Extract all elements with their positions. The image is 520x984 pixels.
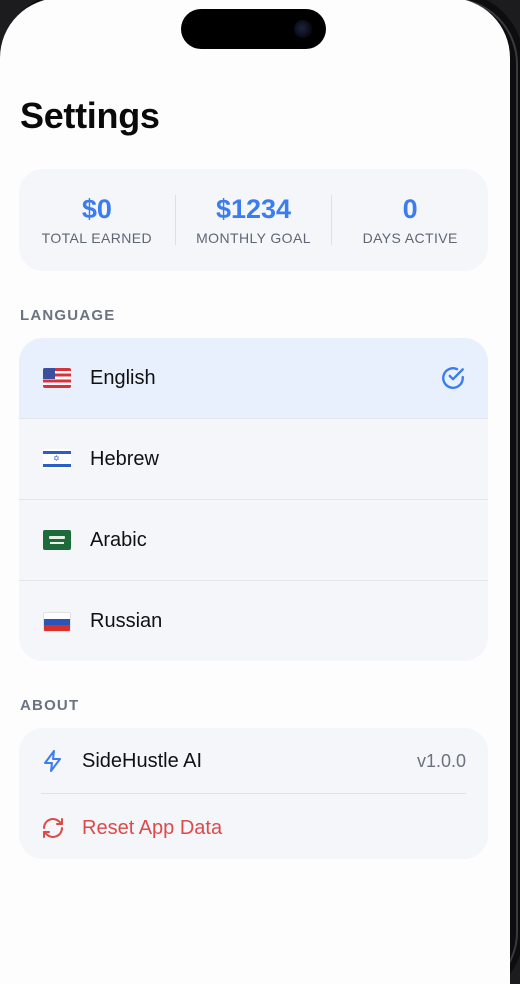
- russia-flag-icon: [43, 611, 71, 632]
- app-version: v1.0.0: [416, 750, 466, 771]
- language-option-english[interactable]: English: [19, 338, 488, 419]
- israel-flag-icon: ✡: [43, 449, 71, 469]
- stat-label: DAYS ACTIVE: [362, 230, 458, 246]
- about-card: SideHustle AI v1.0.0 Reset App Data: [19, 728, 488, 859]
- language-section-label: LANGUAGE: [20, 307, 116, 324]
- refresh-icon: [43, 818, 63, 838]
- stat-label: MONTHLY GOAL: [196, 230, 311, 246]
- stat-monthly-goal: $1234 MONTHLY GOAL: [176, 194, 332, 246]
- language-label: Arabic: [90, 528, 147, 551]
- language-option-hebrew[interactable]: ✡ Hebrew: [19, 419, 488, 500]
- language-option-russian[interactable]: Russian: [19, 581, 488, 661]
- saudi-arabia-flag-icon: [43, 530, 71, 550]
- language-option-arabic[interactable]: Arabic: [19, 500, 488, 581]
- about-divider: [41, 793, 466, 794]
- settings-screen: Settings $0 TOTAL EARNED $1234 MONTHLY G…: [0, 0, 510, 984]
- stats-card: $0 TOTAL EARNED $1234 MONTHLY GOAL 0 DAY…: [19, 169, 488, 271]
- language-list: English ✡ Hebrew Arabic Russian: [19, 338, 488, 661]
- stat-value: $0: [81, 194, 112, 224]
- stat-value: $1234: [215, 194, 292, 224]
- lightning-bolt-icon: [44, 750, 61, 772]
- stat-label: TOTAL EARNED: [41, 230, 152, 246]
- language-label: Hebrew: [90, 447, 159, 470]
- reset-app-data-button[interactable]: Reset App Data: [41, 813, 466, 843]
- about-section-label: ABOUT: [20, 697, 80, 714]
- stat-total-earned: $0 TOTAL EARNED: [19, 194, 175, 246]
- language-label: Russian: [90, 610, 163, 632]
- stat-days-active: 0 DAYS ACTIVE: [332, 194, 488, 246]
- app-info-row: SideHustle AI v1.0.0: [41, 746, 466, 776]
- reset-label: Reset App Data: [82, 816, 223, 839]
- us-flag-icon: [43, 368, 71, 388]
- stat-value: 0: [402, 194, 418, 224]
- app-name: SideHustle AI: [82, 749, 203, 772]
- page-title: Settings: [20, 95, 160, 136]
- dynamic-island: [181, 9, 326, 49]
- camera-icon: [294, 20, 312, 38]
- check-circle-icon: [442, 367, 464, 389]
- language-label: English: [90, 366, 156, 389]
